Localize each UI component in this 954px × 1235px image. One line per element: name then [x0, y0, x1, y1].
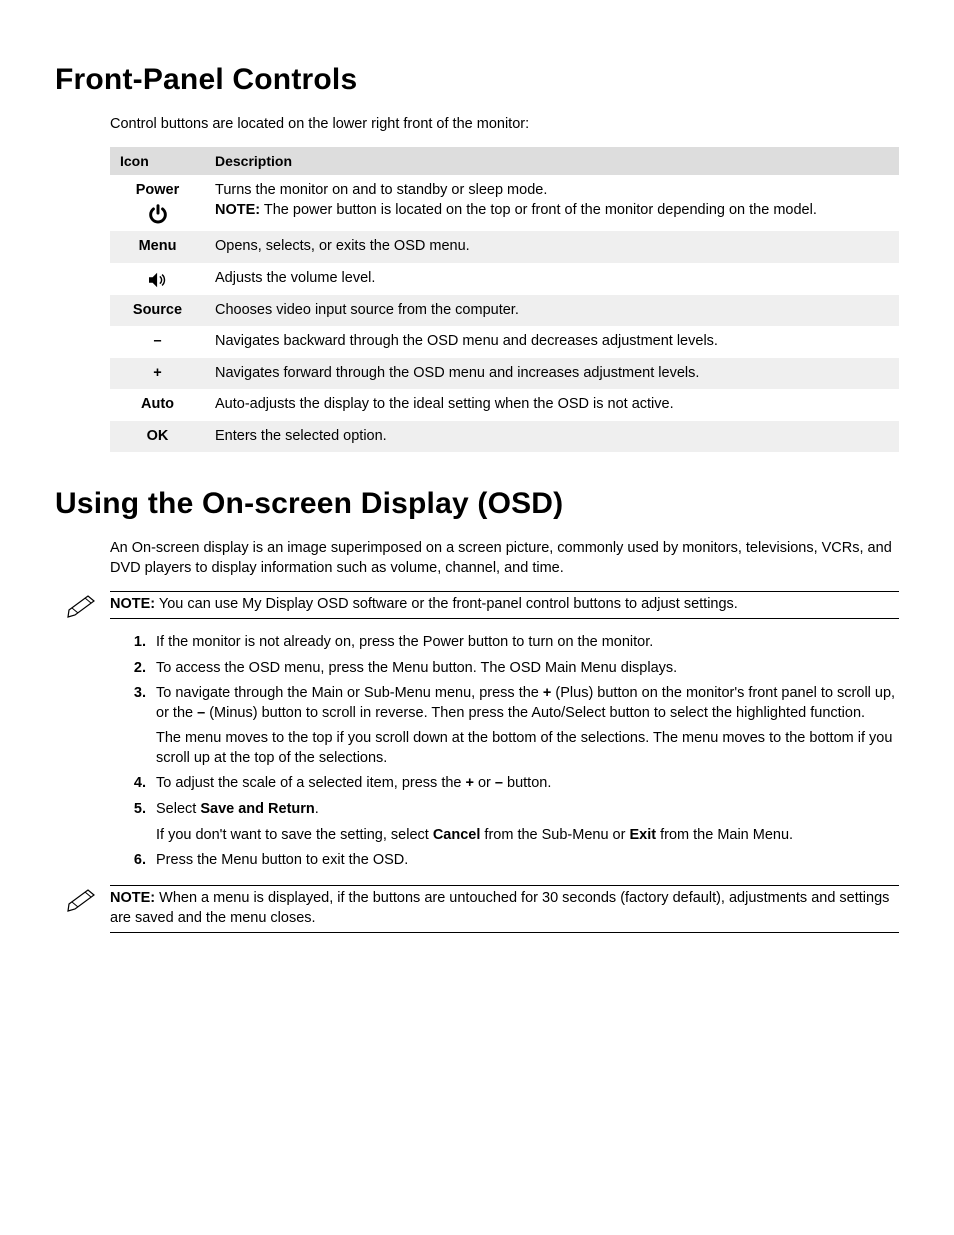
- pencil-note-icon: [66, 888, 100, 912]
- icon-cell-plus: +: [110, 358, 205, 390]
- osd-steps-list: If the monitor is not already on, press …: [110, 633, 899, 871]
- table-row: Adjusts the volume level.: [110, 263, 899, 295]
- table-row: Power Turns the monitor on and to standb…: [110, 175, 899, 231]
- controls-table: Icon Description Power Turns the monitor…: [110, 147, 899, 453]
- step-3-sub: The menu moves to the top if you scroll …: [156, 729, 899, 768]
- table-row: Menu Opens, selects, or exits the OSD me…: [110, 231, 899, 263]
- section-heading-front-panel: Front-Panel Controls: [55, 60, 899, 101]
- icon-cell-volume: [110, 263, 205, 295]
- icon-cell-power: Power: [110, 175, 205, 231]
- icon-cell-menu: Menu: [110, 231, 205, 263]
- step-1: If the monitor is not already on, press …: [150, 633, 899, 653]
- step-6: Press the Menu button to exit the OSD.: [150, 851, 899, 871]
- note1-lead: NOTE:: [110, 596, 155, 612]
- table-row: – Navigates backward through the OSD men…: [110, 326, 899, 358]
- icon-cell-minus: –: [110, 326, 205, 358]
- step-2: To access the OSD menu, press the Menu b…: [150, 659, 899, 679]
- pencil-note-icon: [66, 594, 100, 618]
- power-label: Power: [136, 182, 180, 198]
- note-block-1: NOTE: You can use My Display OSD softwar…: [110, 591, 899, 620]
- desc-cell-auto: Auto-adjusts the display to the ideal se…: [205, 389, 899, 421]
- icon-cell-ok: OK: [110, 421, 205, 453]
- th-icon: Icon: [110, 147, 205, 176]
- step-4: To adjust the scale of a selected item, …: [150, 774, 899, 794]
- desc-cell-power: Turns the monitor on and to standby or s…: [205, 175, 899, 231]
- note2-lead: NOTE:: [110, 890, 155, 906]
- power-icon: [147, 203, 169, 225]
- icon-cell-auto: Auto: [110, 389, 205, 421]
- volume-icon: [147, 271, 169, 289]
- step-3: To navigate through the Main or Sub-Menu…: [150, 684, 899, 768]
- note-lead: NOTE:: [215, 202, 260, 218]
- desc-cell-menu: Opens, selects, or exits the OSD menu.: [205, 231, 899, 263]
- table-row: OK Enters the selected option.: [110, 421, 899, 453]
- desc-cell-source: Chooses video input source from the comp…: [205, 295, 899, 327]
- table-row: Auto Auto-adjusts the display to the ide…: [110, 389, 899, 421]
- note-block-2: NOTE: When a menu is displayed, if the b…: [110, 885, 899, 933]
- table-row: Source Chooses video input source from t…: [110, 295, 899, 327]
- table-row: + Navigates forward through the OSD menu…: [110, 358, 899, 390]
- section1-intro: Control buttons are located on the lower…: [110, 115, 899, 135]
- desc-cell-minus: Navigates backward through the OSD menu …: [205, 326, 899, 358]
- step-5-sub: If you don't want to save the setting, s…: [156, 826, 899, 846]
- desc-cell-ok: Enters the selected option.: [205, 421, 899, 453]
- note1-body: You can use My Display OSD software or t…: [155, 596, 738, 612]
- step-5: Select Save and Return. If you don't wan…: [150, 800, 899, 845]
- desc-cell-volume: Adjusts the volume level.: [205, 263, 899, 295]
- section-heading-osd: Using the On-screen Display (OSD): [55, 484, 899, 525]
- section2-intro: An On-screen display is an image superim…: [110, 539, 899, 578]
- note2-body: When a menu is displayed, if the buttons…: [110, 890, 889, 926]
- th-description: Description: [205, 147, 899, 176]
- desc-cell-plus: Navigates forward through the OSD menu a…: [205, 358, 899, 390]
- icon-cell-source: Source: [110, 295, 205, 327]
